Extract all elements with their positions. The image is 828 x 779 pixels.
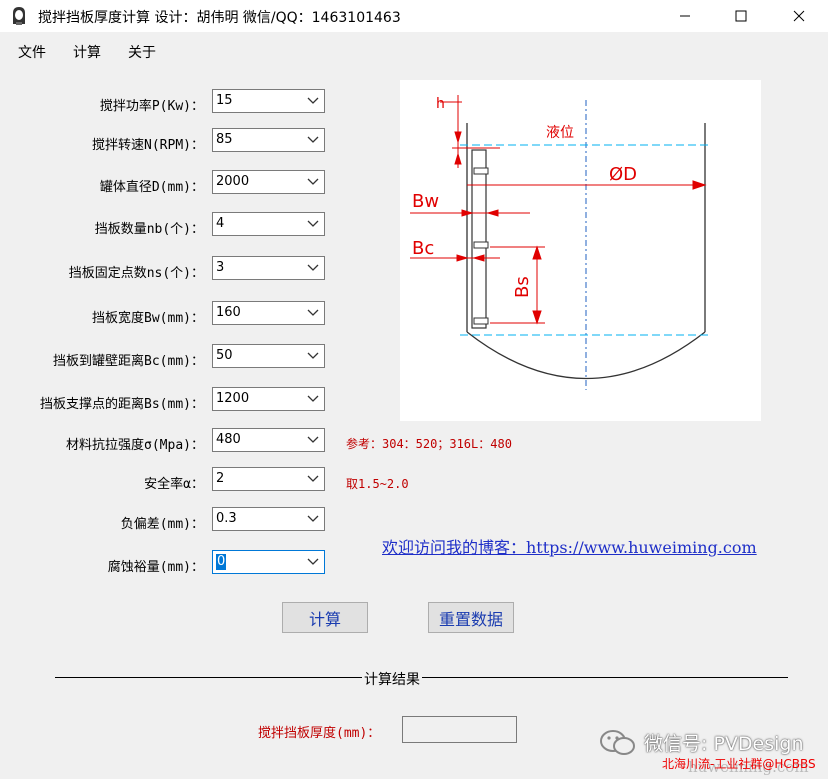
maximize-icon xyxy=(735,10,747,22)
baffle-width-label: 挡板宽度Bw(mm)： xyxy=(92,311,204,326)
power-combo[interactable]: 15 xyxy=(212,89,325,113)
chevron-down-icon xyxy=(307,436,319,443)
corrosion-value: 0 xyxy=(216,554,227,570)
minimize-icon xyxy=(680,15,690,17)
chevron-down-icon xyxy=(307,136,319,143)
menu-file[interactable]: 文件 xyxy=(18,42,46,62)
close-icon xyxy=(793,10,805,22)
bs-label: Bs xyxy=(512,276,533,298)
support-distance-combo[interactable]: 1200 xyxy=(212,387,325,411)
chevron-down-icon xyxy=(307,395,319,402)
thickness-result-field xyxy=(402,716,517,743)
safety-factor-value: 2 xyxy=(216,471,225,486)
result-section-title: 计算结果 xyxy=(362,669,422,689)
material-note: 参考：304：520；316L：480 xyxy=(346,437,512,451)
diameter-label: 罐体直径D(mm)： xyxy=(99,180,204,195)
wall-gap-value: 50 xyxy=(216,348,233,363)
wall-gap-combo[interactable]: 50 xyxy=(212,344,325,368)
menu-calculate[interactable]: 计算 xyxy=(73,42,101,62)
bc-label: Bc xyxy=(412,238,434,259)
baffle-count-combo[interactable]: 4 xyxy=(212,212,325,236)
corrosion-label: 腐蚀裕量(mm)： xyxy=(107,560,204,575)
watermark-text: 微信号: PVDesign xyxy=(644,733,804,755)
blog-link[interactable]: 欢迎访问我的博客：https://www.huweiming.com xyxy=(382,534,757,558)
diameter-label-text: ØD xyxy=(609,164,637,185)
diameter-value: 2000 xyxy=(216,174,250,189)
safety-factor-label: 安全率α： xyxy=(144,477,204,492)
calculate-button[interactable]: 计算 xyxy=(282,602,368,633)
tensile-strength-combo[interactable]: 480 xyxy=(212,428,325,452)
chevron-down-icon xyxy=(307,515,319,522)
reset-button[interactable]: 重置数据 xyxy=(428,602,514,633)
chevron-down-icon xyxy=(307,264,319,271)
chevron-down-icon xyxy=(307,178,319,185)
window-title: 搅拌挡板厚度计算 设计：胡伟明 微信/QQ：1463101463 xyxy=(38,10,401,26)
wechat-icon xyxy=(600,730,635,755)
speed-combo[interactable]: 85 xyxy=(212,128,325,152)
bw-label: Bw xyxy=(412,191,439,212)
h-dimension xyxy=(440,95,500,168)
fix-points-combo[interactable]: 3 xyxy=(212,256,325,280)
fix-points-label: 挡板固定点数ns(个)： xyxy=(68,266,204,281)
chevron-down-icon xyxy=(307,220,319,227)
app-icon xyxy=(13,7,25,25)
chevron-down-icon xyxy=(307,309,319,316)
support-distance-value: 1200 xyxy=(216,391,250,406)
baffle-count-label: 挡板数量nb(个)： xyxy=(94,222,204,237)
close-button[interactable] xyxy=(776,0,822,32)
chevron-down-icon xyxy=(307,558,319,565)
diameter-combo[interactable]: 2000 xyxy=(212,170,325,194)
safety-note: 取1.5~2.0 xyxy=(346,477,409,491)
minimize-button[interactable] xyxy=(662,0,708,32)
baffle-width-combo[interactable]: 160 xyxy=(212,301,325,325)
negative-tolerance-combo[interactable]: 0.3 xyxy=(212,507,325,531)
power-value: 15 xyxy=(216,93,233,108)
baffle-count-value: 4 xyxy=(216,216,225,231)
watermark-subtext: 北海川流-工业社群@HCBBS xyxy=(662,757,816,771)
chevron-down-icon xyxy=(307,352,319,359)
tensile-strength-label: 材料抗拉强度σ(Mpa)： xyxy=(66,438,204,453)
liquid-level-label: 液位 xyxy=(546,125,574,141)
chevron-down-icon xyxy=(307,475,319,482)
menu-bar xyxy=(0,32,828,66)
menu-about[interactable]: 关于 xyxy=(128,42,156,62)
maximize-button[interactable] xyxy=(718,0,764,32)
vessel-diagram: h 液位 ØD Bw Bc Bs xyxy=(400,80,761,421)
support-distance-label: 挡板支撑点的距离Bs(mm)： xyxy=(40,397,204,412)
chevron-down-icon xyxy=(307,97,319,104)
speed-label: 搅拌转速N(RPM)： xyxy=(92,138,204,153)
speed-value: 85 xyxy=(216,132,233,147)
negative-tolerance-value: 0.3 xyxy=(216,511,237,526)
baffle-width-value: 160 xyxy=(216,305,241,320)
negative-tolerance-label: 负偏差(mm)： xyxy=(120,517,204,532)
tensile-strength-value: 480 xyxy=(216,432,241,447)
baffle-plate xyxy=(471,149,489,329)
wall-gap-label: 挡板到罐壁距离Bc(mm)： xyxy=(53,354,204,369)
corrosion-combo[interactable]: 0 xyxy=(212,550,325,574)
thickness-label: 搅拌挡板厚度(mm)： xyxy=(258,726,381,741)
h-label: h xyxy=(436,96,445,112)
fix-points-value: 3 xyxy=(216,260,225,275)
safety-factor-combo[interactable]: 2 xyxy=(212,467,325,491)
power-label: 搅拌功率P(Kw)： xyxy=(99,99,204,114)
